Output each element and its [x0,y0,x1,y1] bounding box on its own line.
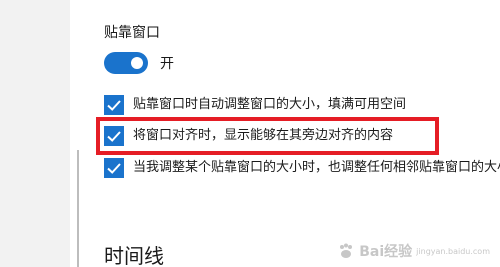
snap-section-title: 贴靠窗口 [104,25,160,41]
settings-page: 贴靠窗口 开 贴靠窗口时自动调整窗口的大小，填满可用空间 将窗口对齐时，显示能够… [0,0,500,267]
scrollbar[interactable] [77,150,79,267]
watermark-sub: jingyan.baidu.com [416,246,490,256]
timeline-section-title: 时间线 [104,244,164,267]
annotation-highlight-box [96,117,439,155]
snap-toggle-switch[interactable] [104,52,148,74]
option-auto-resize[interactable]: 贴靠窗口时自动调整窗口的大小，填满可用空间 [104,95,406,115]
option-label: 当我调整某个贴靠窗口的大小时，也调整任何相邻贴靠窗口的大小 [133,160,500,175]
navigation-pane [0,0,70,267]
watermark-text: Bai经验 [359,244,413,260]
baidu-watermark: Bai经验 jingyan.baidu.com [337,241,490,261]
option-label: 贴靠窗口时自动调整窗口的大小，填满可用空间 [133,97,407,112]
snap-toggle-label: 开 [160,56,174,72]
checkbox-checked-icon[interactable] [104,95,124,115]
toggle-knob [131,57,143,69]
option-resize-adjacent[interactable]: 当我调整某个贴靠窗口的大小时，也调整任何相邻贴靠窗口的大小 [104,158,500,178]
checkbox-checked-icon[interactable] [104,158,124,178]
paw-icon [340,243,353,258]
snap-toggle-row[interactable]: 开 [104,52,174,74]
